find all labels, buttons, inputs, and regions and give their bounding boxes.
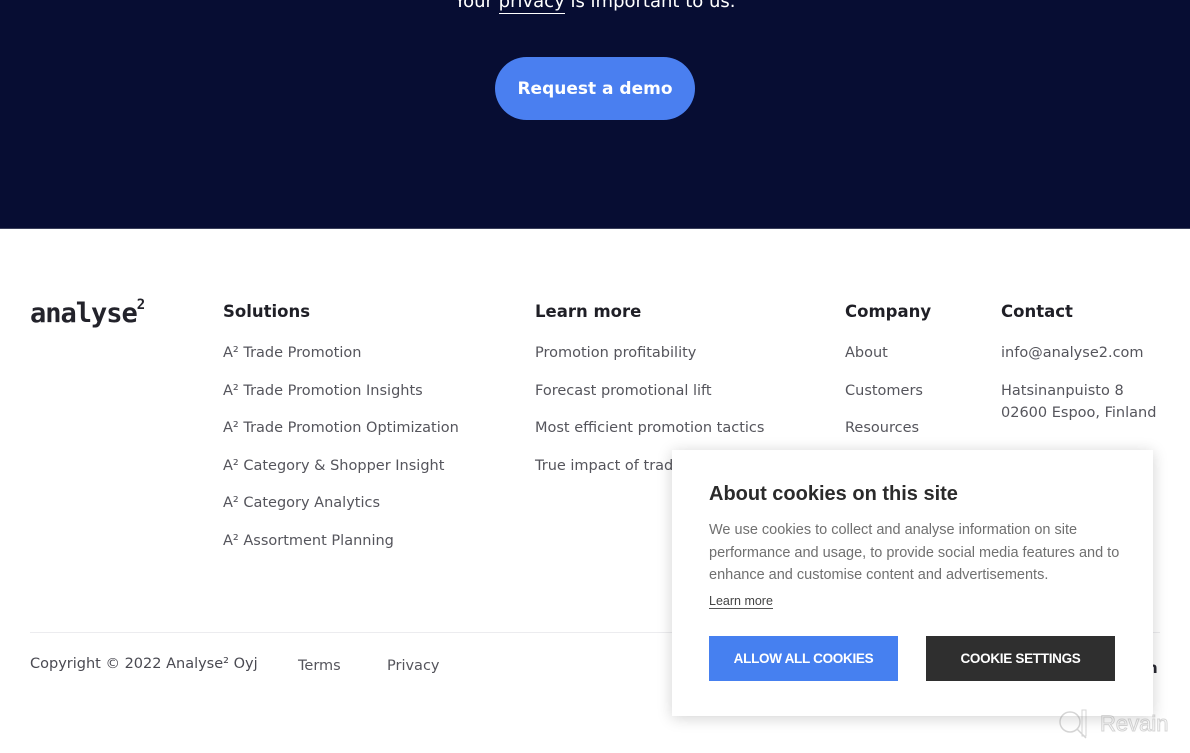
footer-link[interactable]: A² Trade Promotion Optimization: [223, 419, 459, 457]
contact-email-link[interactable]: info@analyse2.com: [1001, 344, 1156, 382]
terms-link[interactable]: Terms: [298, 658, 341, 674]
footer-link[interactable]: A² Trade Promotion Insights: [223, 382, 459, 420]
privacy-statement: Your privacy is important to us.: [0, 0, 1190, 14]
request-demo-button[interactable]: Request a demo: [495, 57, 695, 120]
footer-column-company: Company About Customers Resources: [845, 302, 931, 457]
privacy-footer-link[interactable]: Privacy: [387, 658, 440, 674]
column-title: Learn more: [535, 302, 642, 321]
footer-link[interactable]: About: [845, 344, 931, 382]
cookie-settings-button[interactable]: COOKIE SETTINGS: [926, 636, 1115, 681]
address-line: Hatsinanpuisto 8: [1001, 382, 1124, 399]
logo-superscript: 2: [136, 297, 146, 313]
copyright-text: Copyright © 2022 Analyse² Oyj: [30, 656, 258, 672]
privacy-text-before: Your: [454, 0, 499, 12]
footer-column-contact: Contact info@analyse2.com Hatsinanpuisto…: [1001, 302, 1156, 425]
footer-link[interactable]: A² Category & Shopper Insight: [223, 457, 459, 495]
footer-link[interactable]: Customers: [845, 382, 931, 420]
cookie-learn-more-link[interactable]: Learn more: [709, 594, 773, 609]
footer-link[interactable]: Forecast promotional lift: [535, 382, 764, 420]
privacy-link[interactable]: privacy: [498, 0, 565, 14]
cookie-banner-title: About cookies on this site: [709, 483, 958, 505]
column-title: Contact: [1001, 302, 1073, 321]
column-title: Solutions: [223, 302, 311, 321]
analyse2-logo[interactable]: analyse2: [30, 297, 146, 329]
revain-watermark: Revain: [1056, 708, 1169, 740]
revain-text: Revain: [1099, 711, 1169, 737]
footer-link[interactable]: A² Assortment Planning: [223, 532, 459, 570]
cookie-consent-banner: About cookies on this site We use cookie…: [672, 450, 1153, 716]
logo-text: analyse: [30, 298, 138, 329]
hero-section: Your privacy is important to us. Request…: [0, 0, 1190, 229]
footer-link[interactable]: A² Trade Promotion: [223, 344, 459, 382]
footer-link[interactable]: A² Category Analytics: [223, 494, 459, 532]
allow-all-cookies-button[interactable]: ALLOW ALL COOKIES: [709, 636, 898, 681]
privacy-text-after: is important to us.: [564, 0, 736, 12]
address-line: 02600 Espoo, Finland: [1001, 405, 1157, 422]
cookie-banner-body: We use cookies to collect and analyse in…: [709, 522, 1120, 584]
revain-logo-icon: [1059, 709, 1087, 739]
footer-column-solutions: Solutions A² Trade Promotion A² Trade Pr…: [223, 302, 459, 570]
contact-address: Hatsinanpuisto 8 02600 Espoo, Finland: [1001, 380, 1156, 425]
column-title: Company: [845, 302, 932, 321]
footer-link[interactable]: Promotion profitability: [535, 344, 764, 382]
